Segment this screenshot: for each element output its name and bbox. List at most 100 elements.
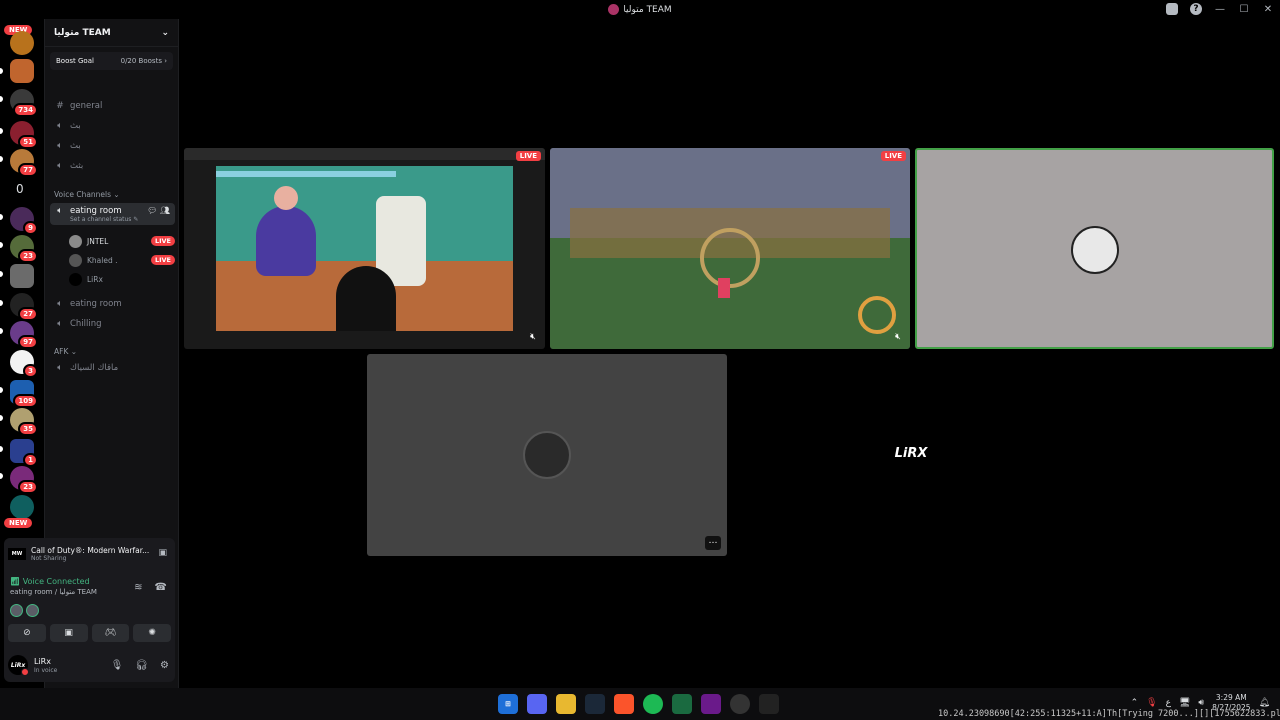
screen-share-button[interactable]: ▣ [49,624,88,642]
app-icon[interactable] [701,694,721,714]
speaker-muted-icon[interactable]: 🔇︎ [891,330,905,344]
server-icon[interactable]: 77 [10,149,38,177]
gear-icon[interactable]: ⚙ [160,660,169,671]
start-icon[interactable]: ⊞ [498,694,518,714]
server-icon[interactable] [10,495,34,519]
channel-eating-room-active[interactable]: 🔈︎ eating room Set a channel status ✎ 💬︎… [50,203,175,225]
disconnect-icon[interactable]: ☎ [155,582,167,593]
brave-icon[interactable] [614,694,634,714]
boost-goal[interactable]: Boost Goal 0/20 Boosts › [50,52,173,70]
server-icon[interactable] [10,31,34,55]
avatar [69,234,82,248]
unread-indicator [0,156,3,162]
server-icon[interactable]: 9 [10,207,38,235]
chat-icon[interactable]: 💬︎ 👥︎ [147,206,170,215]
app-icon[interactable] [730,694,750,714]
notification-icon[interactable]: 🔔︎ [1259,698,1270,708]
voice-user[interactable]: Khaled . LIVE [69,252,175,268]
category-afk[interactable]: AFK ⌄ [54,347,77,356]
activity-button[interactable]: 🎮︎ [91,624,130,642]
minimize-button[interactable]: — [1208,4,1232,15]
avatar [523,431,571,479]
microphone-icon[interactable]: 🎙︎ [1146,698,1157,708]
channel-general[interactable]: # general [50,97,175,115]
category-voice-channels[interactable]: Voice Channels ⌄ [54,190,120,199]
channel-stream-3[interactable]: 🔈︎ بثث [50,157,175,175]
maximize-button[interactable]: ☐ [1232,4,1256,15]
avatar[interactable] [26,604,39,617]
mention-badge: 3 [23,364,38,378]
volume-icon[interactable]: 🔊︎ [1198,698,1204,708]
unread-indicator [0,96,3,102]
avatar[interactable]: LiRx [8,655,29,676]
voice-tile[interactable]: … [367,354,727,556]
app-icon[interactable] [759,694,779,714]
inbox-icon[interactable] [1166,3,1178,15]
channel-afk[interactable]: 🔈︎ ماقاك السياك [50,359,175,377]
mention-badge: 23 [18,249,38,263]
channel-stream-1[interactable]: 🔈︎ بث [50,117,175,135]
close-button[interactable]: ✕ [1256,4,1280,15]
voice-tile-lirx[interactable]: LiRX [731,354,1091,556]
speaker-muted-icon[interactable]: 🔇︎ [526,330,540,344]
voice-participants [10,604,39,617]
channel-eating-room[interactable]: 🔈︎ eating room [50,295,175,313]
server-icon [608,4,620,15]
server-icon[interactable]: 109 [10,380,38,408]
xbox-icon[interactable] [672,694,692,714]
voice-user[interactable]: JNTEL LIVE [69,233,175,249]
noise-suppression-icon[interactable]: ≋ [134,582,142,593]
channel-status[interactable]: Set a channel status ✎ [70,216,138,223]
boost-count: 0/20 Boosts › [120,57,167,65]
server-icon[interactable]: 23 [10,466,38,494]
help-icon[interactable]: ? [1190,3,1202,15]
discord-icon[interactable] [527,694,547,714]
voice-tile-speaking[interactable] [915,148,1274,349]
server-icon[interactable]: 97 [10,321,38,349]
server-icon[interactable] [10,264,34,288]
stream-tile-game[interactable]: LIVE 🔇︎ [550,148,910,349]
channel-stream-2[interactable]: 🔈︎ بث [50,137,175,155]
server-icon[interactable]: 23 [10,235,38,263]
network-icon[interactable]: 🖥︎ [1179,698,1190,708]
more-options-button[interactable]: … [705,536,721,550]
channel-chilling[interactable]: 🔈︎ Chilling [50,315,175,333]
server-header[interactable]: متوليا TEAM ⌄ [45,19,178,47]
unread-indicator [0,214,3,220]
server-icon[interactable] [10,59,34,83]
steam-icon[interactable] [585,694,605,714]
server-icon[interactable]: 1 [10,439,38,467]
stream-tile-cartoon[interactable]: LIVE 🔇︎ [184,148,545,349]
mention-badge: 9 [23,221,38,235]
server-icon[interactable]: 3 [10,350,38,378]
language-icon[interactable]: ع [1166,698,1171,708]
chevron-up-icon[interactable]: ⌃ [1131,698,1139,708]
user-status: In voice [34,666,58,674]
taskbar-apps: ⊞ [498,694,779,714]
server-icon[interactable]: 27 [10,293,38,321]
speaker-icon: 🔈︎ [57,206,63,216]
server-icon[interactable]: 51 [10,121,38,149]
server-icon[interactable]: 35 [10,408,38,436]
camera-button[interactable]: ⊘ [8,624,46,642]
voice-user[interactable]: LiRx [69,271,175,287]
title-bar: متوليا TEAM ? — ☐ ✕ [0,0,1280,19]
speaker-icon: 🔈︎ [57,363,63,373]
zero-count: 0 [16,182,24,196]
voice-connection[interactable]: 📶︎ Voice Connected eating room / متوليا … [10,577,97,596]
unread-indicator [0,271,3,277]
unread-indicator [0,387,3,393]
microphone-icon[interactable]: 🎙︎ [111,660,124,671]
live-badge: LIVE [880,151,906,161]
avatar[interactable] [10,604,23,617]
server-icon[interactable]: 734 [10,89,38,117]
soundboard-button[interactable]: ✺ [133,624,171,642]
title-tools: ? [1166,3,1202,15]
voice-status: 📶︎ Voice Connected [10,577,90,586]
folder-icon[interactable] [556,694,576,714]
window-controls: — ☐ ✕ [1208,0,1280,19]
share-screen-icon[interactable]: ▣ [158,548,167,558]
spotify-icon[interactable] [643,694,663,714]
boost-label: Boost Goal [56,57,94,65]
headphones-icon[interactable]: 🎧︎ [135,660,148,671]
